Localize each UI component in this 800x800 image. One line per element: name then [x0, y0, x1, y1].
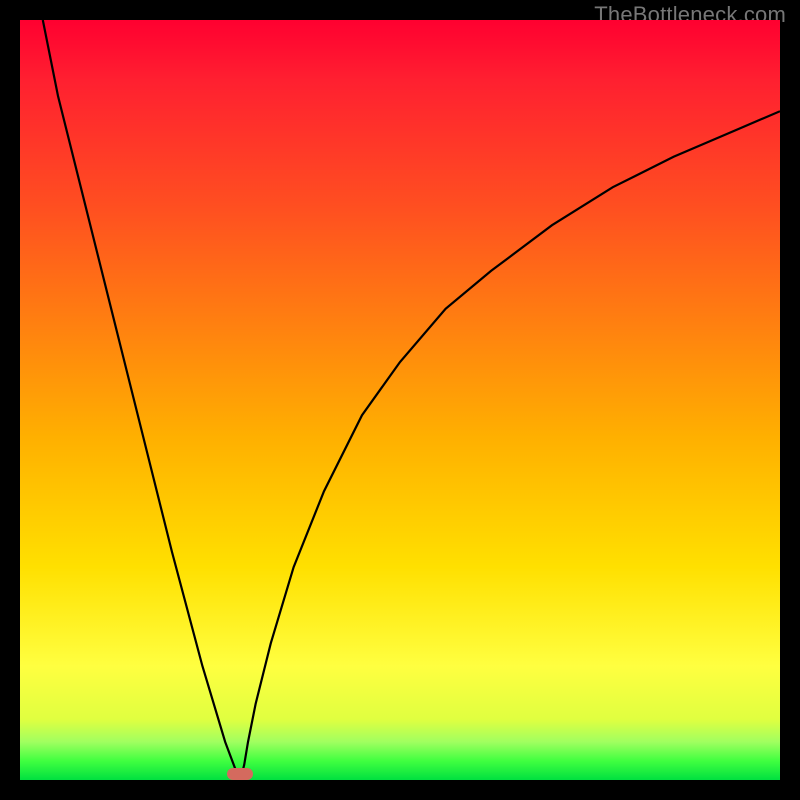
bottleneck-curve: [20, 20, 780, 780]
chart-plot-area: [20, 20, 780, 780]
optimal-point-marker: [227, 768, 253, 780]
